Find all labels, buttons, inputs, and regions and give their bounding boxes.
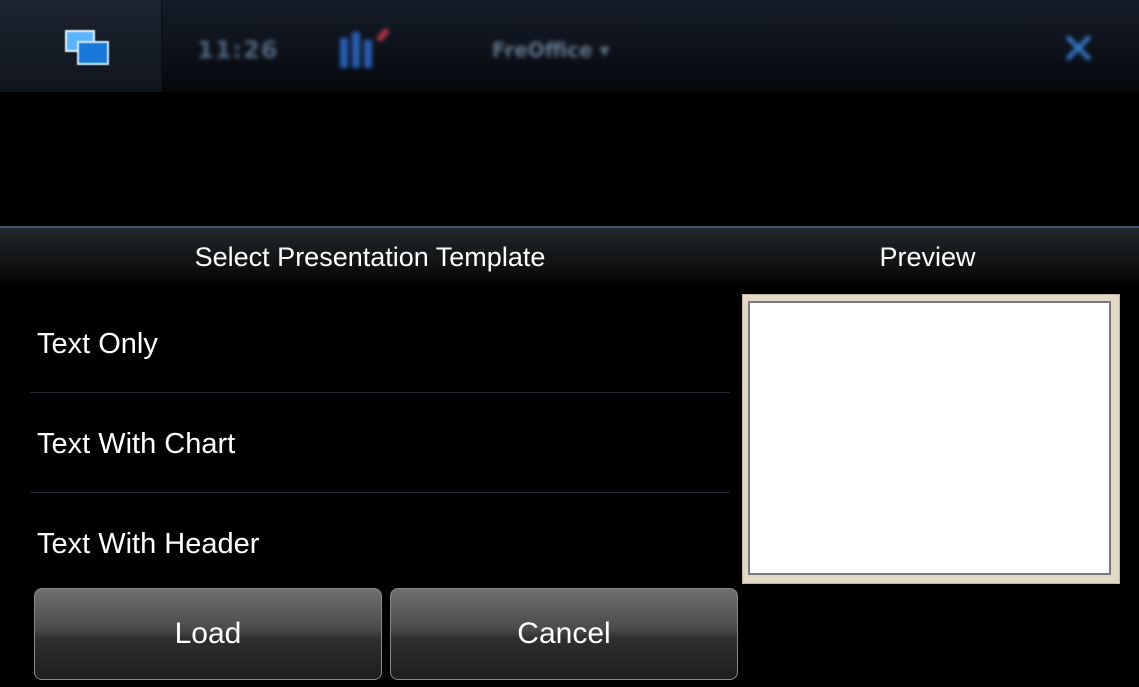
list-divider: [30, 492, 730, 493]
cancel-button[interactable]: Cancel: [390, 588, 738, 680]
template-item-text-with-header[interactable]: Text With Header: [30, 498, 730, 598]
close-icon[interactable]: ✕: [1060, 24, 1097, 75]
chevron-down-icon: ▾: [599, 38, 610, 62]
dialog-title: Select Presentation Template: [194, 242, 546, 272]
template-item-label: Text With Chart: [37, 428, 236, 460]
list-divider: [30, 392, 730, 393]
signal-icon[interactable]: [340, 27, 400, 68]
task-switcher-icon: [65, 30, 111, 66]
preview-page: [748, 301, 1111, 575]
dialog-header: Select Presentation Template Preview: [0, 228, 1139, 288]
template-item-text-only[interactable]: Text Only: [30, 298, 730, 398]
load-button[interactable]: Load: [34, 588, 382, 680]
preview-label: Preview: [879, 242, 976, 272]
template-dialog: Select Presentation Template Preview Tex…: [0, 226, 1139, 687]
status-clock[interactable]: 11:26: [197, 36, 278, 64]
app-title: FreOffice: [492, 38, 593, 62]
template-item-label: Text Only: [37, 328, 158, 360]
preview-frame: [742, 294, 1120, 584]
task-switcher-button[interactable]: [0, 0, 162, 92]
template-item-text-with-chart[interactable]: Text With Chart: [30, 398, 730, 498]
status-bar: 11:26 FreOffice ▾ ✕: [0, 0, 1139, 92]
template-item-label: Text With Header: [37, 528, 260, 560]
app-title-menu[interactable]: FreOffice ▾: [492, 38, 610, 62]
